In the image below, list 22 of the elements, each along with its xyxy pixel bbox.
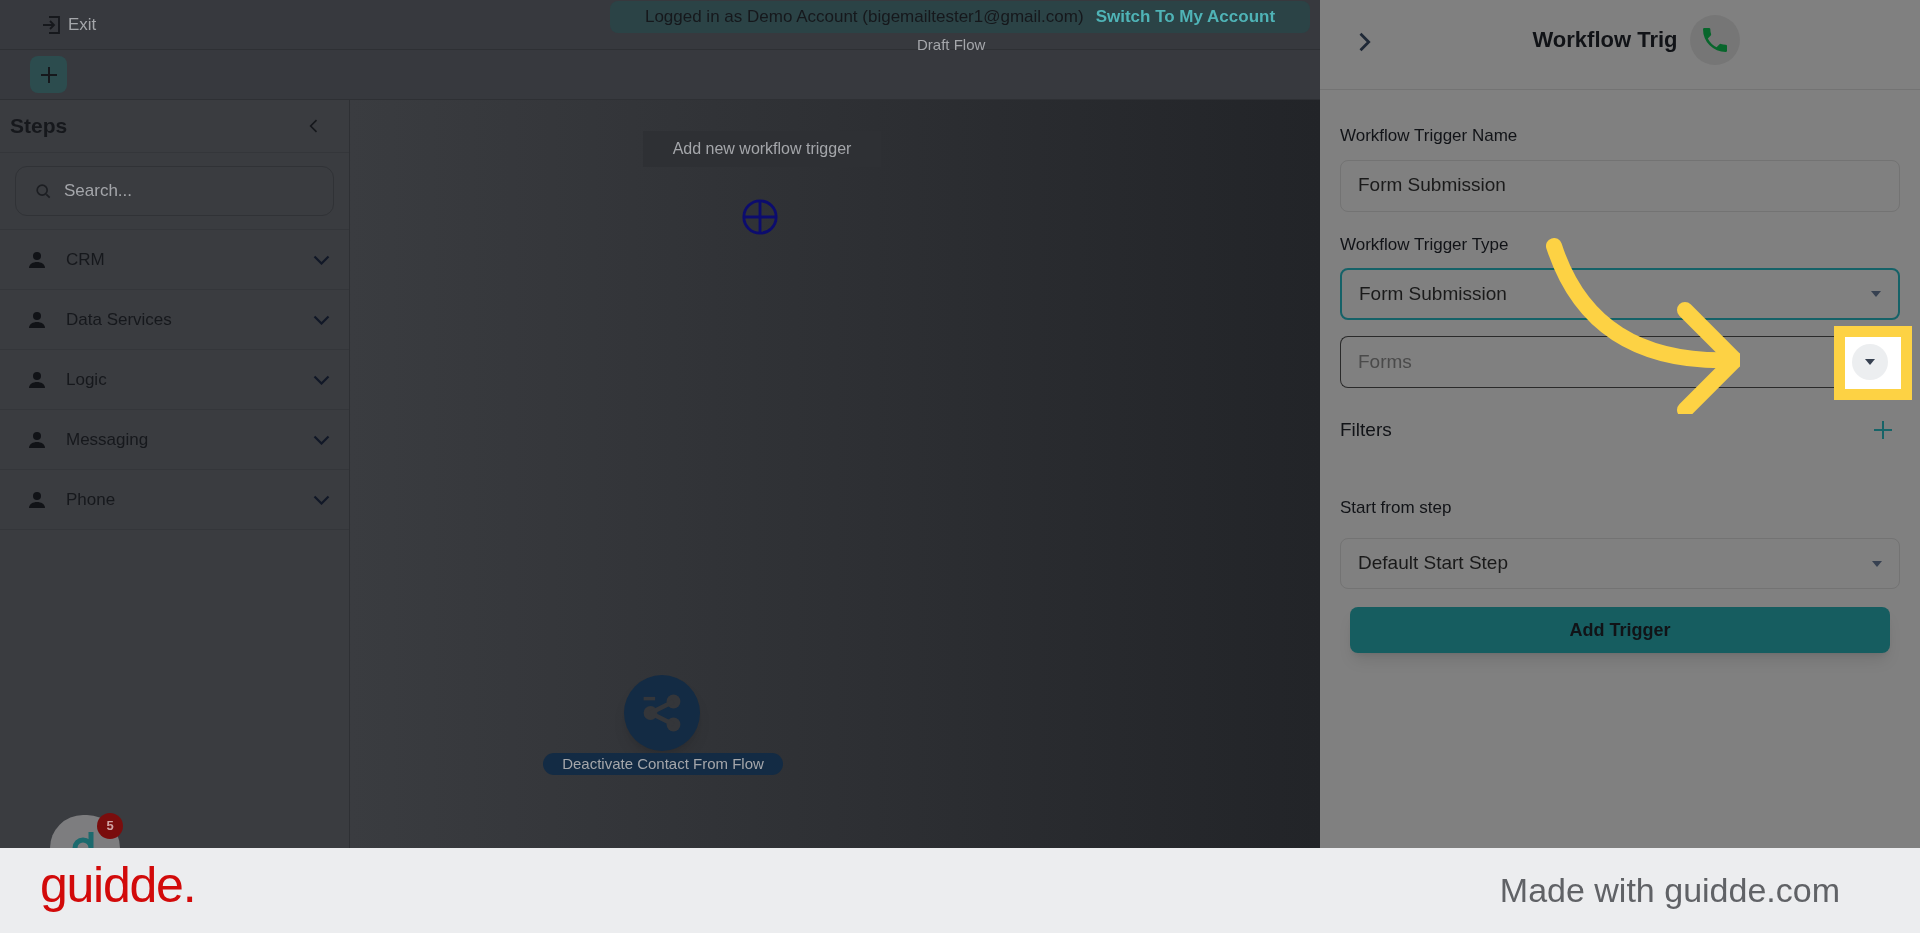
filters-label: Filters [1340, 418, 1392, 442]
crosshair-icon[interactable] [741, 198, 779, 236]
exit-button[interactable]: Exit [40, 11, 97, 38]
guidde-logo: guidde. [40, 856, 196, 915]
credit-text: Made with guidde.com [1499, 870, 1840, 911]
flow-title: Draft Flow [917, 35, 986, 55]
field-label: Start from step [1340, 496, 1453, 519]
caret-icon [1865, 359, 1875, 365]
add-button[interactable] [30, 56, 67, 93]
field-label: Workflow Trigger Type [1340, 233, 1510, 256]
node-label: Deactivate Contact From Flow [543, 753, 783, 775]
switch-account-link[interactable]: Switch To My Account [1095, 4, 1276, 30]
input-field[interactable]: Form Submission [1340, 159, 1900, 212]
add-trigger-button[interactable]: Add Trigger [1350, 607, 1890, 653]
panel-title: Workflow Trig [1532, 26, 1678, 54]
select-field[interactable]: Default Start Step [1340, 538, 1900, 589]
search-field[interactable]: Search... [15, 166, 334, 216]
caret-icon [1871, 291, 1881, 297]
caret-icon [1872, 560, 1882, 567]
select-field[interactable]: Form Submission [1340, 268, 1900, 320]
field-label: Workflow Trigger Name [1340, 125, 1519, 147]
search-icon [33, 181, 53, 201]
